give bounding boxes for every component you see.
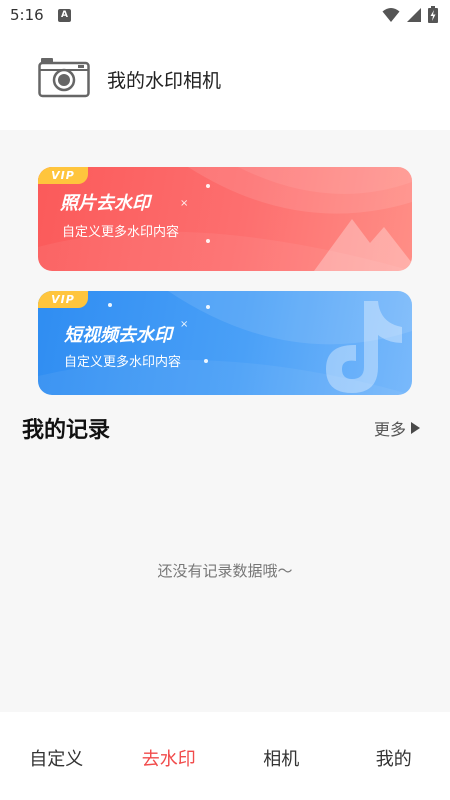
page-title: 我的水印相机	[107, 70, 222, 92]
sparkle-dot	[206, 305, 210, 309]
camera-icon	[38, 58, 90, 98]
video-watermark-removal-banner[interactable]: VIP 短视频去水印 自定义更多水印内容 ×	[38, 291, 412, 395]
sparkle-cross: ×	[180, 319, 189, 330]
wifi-icon	[382, 7, 400, 22]
empty-records-message: 还没有记录数据哦～	[157, 562, 293, 580]
app-header: 我的水印相机	[0, 30, 450, 130]
photo-watermark-removal-banner[interactable]: VIP 照片去水印 自定义更多水印内容 ×	[38, 167, 412, 271]
tab-mine[interactable]: 我的	[338, 712, 450, 800]
status-icons	[382, 6, 438, 23]
banner-subtitle: 自定义更多水印内容	[62, 225, 180, 240]
tab-remove-watermark[interactable]: 去水印	[113, 712, 226, 800]
bottom-tab-bar: 自定义 去水印 相机 我的	[0, 712, 450, 800]
battery-charging-icon	[428, 6, 438, 23]
sparkle-dot	[108, 303, 112, 307]
status-time: 5:16	[10, 6, 44, 24]
tab-camera[interactable]: 相机	[225, 712, 338, 800]
vip-badge: VIP	[38, 291, 88, 308]
vip-badge: VIP	[38, 167, 88, 184]
notification-a-icon: A	[58, 9, 71, 22]
main-content: VIP 照片去水印 自定义更多水印内容 × VIP 短视频去水印 自定义更多水印…	[0, 130, 450, 712]
sparkle-cross: ×	[180, 198, 189, 209]
sparkle-dot	[206, 239, 210, 243]
sparkle-dot	[206, 184, 210, 188]
tiktok-note-icon	[326, 301, 402, 393]
banner-title: 照片去水印	[60, 193, 150, 214]
tab-custom[interactable]: 自定义	[0, 712, 113, 800]
signal-icon	[407, 7, 421, 22]
banner-subtitle: 自定义更多水印内容	[64, 355, 182, 370]
banner-title: 短视频去水印	[64, 325, 172, 346]
mountain-icon	[314, 219, 412, 271]
sparkle-dot	[204, 359, 208, 363]
status-bar: 5:16 A	[0, 0, 450, 30]
more-label: 更多	[374, 420, 407, 439]
play-arrow-icon	[411, 422, 421, 434]
more-records-link[interactable]: 更多	[374, 416, 421, 440]
records-section-title: 我的记录	[22, 418, 111, 443]
